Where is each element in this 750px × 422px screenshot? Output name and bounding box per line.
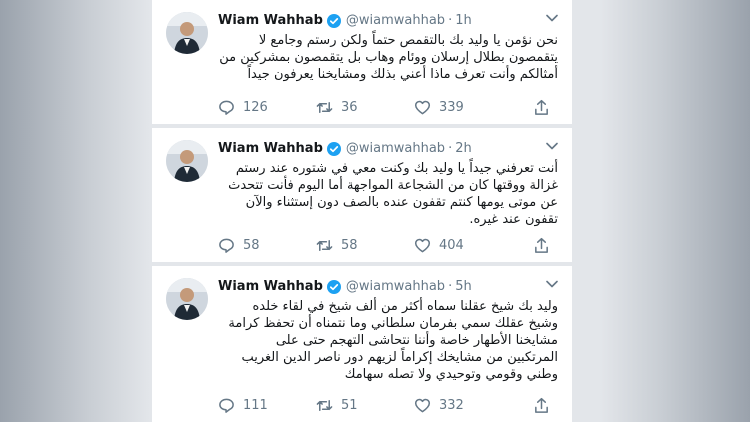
avatar[interactable] <box>166 12 208 54</box>
tweet-text: أنت تعرفني جيداً يا وليد بك وكنت معي في … <box>228 161 558 227</box>
retweet-button[interactable]: 58 <box>316 237 414 254</box>
tweet-card[interactable]: Wiam Wahhab @wiamwahhab · 5h وليد بك شيخ… <box>152 266 572 422</box>
reply-button[interactable]: 126 <box>218 99 316 116</box>
share-button[interactable] <box>533 397 558 414</box>
retweet-icon <box>316 240 333 251</box>
display-name[interactable]: Wiam Wahhab <box>218 278 323 295</box>
tweet-text: وليد بك شيخ عقلنا سماه أكثر من ألف شيخ ف… <box>228 299 558 382</box>
share-icon <box>535 99 548 115</box>
retweet-icon <box>316 102 333 113</box>
verified-badge-icon <box>326 13 341 28</box>
tweet-header: Wiam Wahhab @wiamwahhab · 1h <box>218 12 558 29</box>
timestamp[interactable]: 1h <box>455 12 472 29</box>
tweet-card[interactable]: Wiam Wahhab @wiamwahhab · 1h نحن نؤمن يا… <box>152 0 572 124</box>
share-button[interactable] <box>533 99 558 116</box>
reply-count: 126 <box>243 100 268 115</box>
like-button[interactable]: 339 <box>414 99 512 116</box>
chevron-down-icon[interactable] <box>546 280 558 288</box>
display-name[interactable]: Wiam Wahhab <box>218 140 323 157</box>
tweet-actions: 126 36 339 <box>218 99 558 116</box>
tweet-text: نحن نؤمن يا وليد بك بالتقمص حتماً ولكن ر… <box>219 33 558 82</box>
reply-icon <box>219 100 234 115</box>
chevron-down-icon[interactable] <box>546 142 558 150</box>
retweet-count: 51 <box>341 398 358 413</box>
share-icon <box>535 397 548 413</box>
heart-icon <box>414 238 431 253</box>
user-handle[interactable]: @wiamwahhab <box>346 12 445 29</box>
like-count: 404 <box>439 238 464 253</box>
reply-count: 58 <box>243 238 260 253</box>
avatar[interactable] <box>166 278 208 320</box>
timestamp[interactable]: 2h <box>455 140 472 157</box>
display-name[interactable]: Wiam Wahhab <box>218 12 323 29</box>
verified-badge-icon <box>326 141 341 156</box>
heart-icon <box>414 100 431 115</box>
retweet-count: 58 <box>341 238 358 253</box>
verified-badge-icon <box>326 279 341 294</box>
like-button[interactable]: 332 <box>414 397 512 414</box>
avatar[interactable] <box>166 140 208 182</box>
user-handle[interactable]: @wiamwahhab <box>346 278 445 295</box>
reply-icon <box>219 238 234 253</box>
tweet-card[interactable]: Wiam Wahhab @wiamwahhab · 2h أنت تعرفني … <box>152 128 572 262</box>
reply-count: 111 <box>243 398 268 413</box>
chevron-down-icon[interactable] <box>546 14 558 22</box>
tweet-actions: 111 51 332 <box>218 397 558 414</box>
separator-dot: · <box>448 141 453 156</box>
share-button[interactable] <box>533 237 558 254</box>
retweet-count: 36 <box>341 100 358 115</box>
tweet-header: Wiam Wahhab @wiamwahhab · 5h <box>218 278 558 295</box>
share-icon <box>535 237 548 253</box>
like-count: 339 <box>439 100 464 115</box>
like-count: 332 <box>439 398 464 413</box>
separator-dot: · <box>448 279 453 294</box>
heart-icon <box>414 398 431 413</box>
like-button[interactable]: 404 <box>414 237 512 254</box>
separator-dot: · <box>448 13 453 28</box>
retweet-button[interactable]: 51 <box>316 397 414 414</box>
reply-button[interactable]: 111 <box>218 397 316 414</box>
user-handle[interactable]: @wiamwahhab <box>346 140 445 157</box>
tweet-actions: 58 58 404 <box>218 237 558 254</box>
retweet-button[interactable]: 36 <box>316 99 414 116</box>
tweet-header: Wiam Wahhab @wiamwahhab · 2h <box>218 140 558 157</box>
reply-button[interactable]: 58 <box>218 237 316 254</box>
retweet-icon <box>316 400 333 411</box>
reply-icon <box>219 398 234 413</box>
timestamp[interactable]: 5h <box>455 278 472 295</box>
tweet-feed: Wiam Wahhab @wiamwahhab · 1h نحن نؤمن يا… <box>152 0 572 422</box>
